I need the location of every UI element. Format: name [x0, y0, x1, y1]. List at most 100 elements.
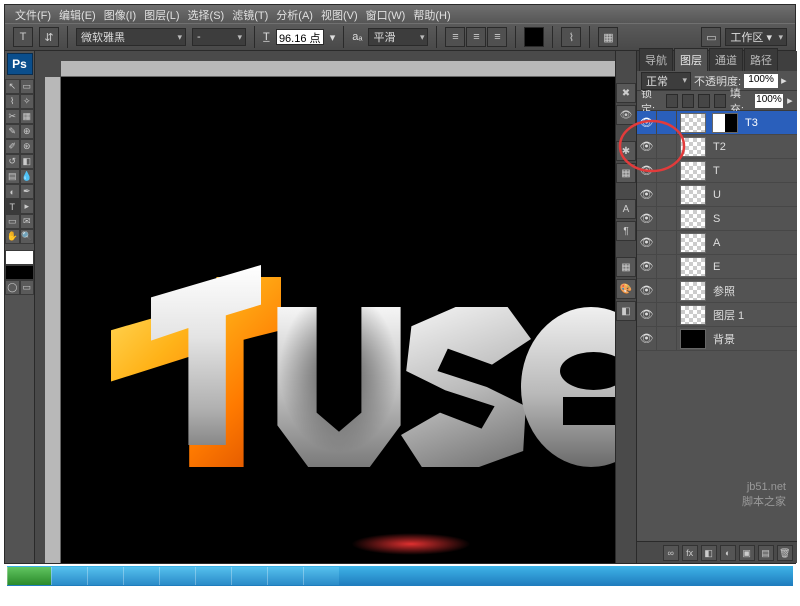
actions-icon[interactable]: ▦: [616, 163, 636, 183]
layer-row[interactable]: 👁T: [637, 159, 797, 183]
antialias-dropdown[interactable]: 平滑: [368, 28, 428, 46]
layer-thumbnail[interactable]: [680, 257, 706, 277]
menu-analysis[interactable]: 分析(A): [272, 5, 317, 23]
quickmask-toggle[interactable]: ◯: [5, 280, 20, 295]
layer-row[interactable]: 👁背景: [637, 327, 797, 351]
path-select-tool[interactable]: ▸: [20, 199, 35, 214]
hand-tool[interactable]: ✋: [5, 229, 20, 244]
taskbar-item[interactable]: [123, 567, 159, 585]
menu-image[interactable]: 图像(I): [100, 5, 140, 23]
link-cell[interactable]: [657, 159, 677, 182]
tab-paths[interactable]: 路径: [744, 48, 778, 71]
taskbar-item[interactable]: [51, 567, 87, 585]
visibility-toggle[interactable]: 👁: [637, 327, 657, 350]
visibility-toggle[interactable]: 👁: [637, 111, 657, 134]
foreground-color[interactable]: [5, 250, 34, 265]
visibility-toggle[interactable]: 👁: [637, 135, 657, 158]
link-cell[interactable]: [657, 279, 677, 302]
tab-channels[interactable]: 通道: [709, 48, 743, 71]
arrow-right-icon[interactable]: ▸: [781, 74, 787, 87]
workspace-dropdown[interactable]: 工作区 ▾: [725, 28, 787, 46]
ruler-horizontal[interactable]: [61, 61, 615, 77]
layer-row[interactable]: 👁A: [637, 231, 797, 255]
layer-thumbnail[interactable]: [680, 233, 706, 253]
styles-icon[interactable]: ◧: [616, 301, 636, 321]
visibility-toggle[interactable]: 👁: [637, 207, 657, 230]
align-left-button[interactable]: ≡: [445, 27, 465, 47]
layer-mask-thumbnail[interactable]: [712, 113, 738, 133]
text-orientation-button[interactable]: ⇵: [39, 27, 59, 47]
delete-layer-button[interactable]: 🗑: [777, 545, 793, 561]
font-size-field[interactable]: 96.16 点: [276, 29, 324, 45]
swatches-icon[interactable]: ▦: [616, 257, 636, 277]
layer-row[interactable]: 👁T3: [637, 111, 797, 135]
history-brush-tool[interactable]: ↺: [5, 154, 20, 169]
shape-tool[interactable]: ▭: [5, 214, 20, 229]
start-button[interactable]: [7, 567, 51, 585]
screenmode-toggle[interactable]: ▭: [20, 280, 35, 295]
move-tool[interactable]: ↖: [5, 79, 20, 94]
group-button[interactable]: ▣: [739, 545, 755, 561]
eyedropper-tool[interactable]: ✎: [5, 124, 20, 139]
link-cell[interactable]: [657, 327, 677, 350]
visibility-toggle[interactable]: 👁: [637, 303, 657, 326]
lock-pixels[interactable]: [682, 94, 694, 108]
taskbar-item[interactable]: [303, 567, 339, 585]
align-right-button[interactable]: ≡: [487, 27, 507, 47]
taskbar-item[interactable]: [159, 567, 195, 585]
visibility-toggle[interactable]: 👁: [637, 231, 657, 254]
layer-row[interactable]: 👁参照: [637, 279, 797, 303]
document-canvas[interactable]: [61, 77, 615, 563]
brushes-icon[interactable]: 👁: [616, 105, 636, 125]
layer-thumbnail[interactable]: [680, 185, 706, 205]
background-color[interactable]: [5, 265, 34, 280]
blur-tool[interactable]: 💧: [20, 169, 35, 184]
layer-thumbnail[interactable]: [680, 329, 706, 349]
menu-edit[interactable]: 编辑(E): [55, 5, 100, 23]
character-panel-button[interactable]: ▦: [598, 27, 618, 47]
fill-field[interactable]: 100%: [755, 94, 783, 108]
heal-tool[interactable]: ⊕: [20, 124, 35, 139]
taskbar-item[interactable]: [87, 567, 123, 585]
menu-window[interactable]: 窗口(W): [362, 5, 410, 23]
link-cell[interactable]: [657, 135, 677, 158]
character-icon[interactable]: A: [616, 199, 636, 219]
link-cell[interactable]: [657, 183, 677, 206]
tab-navigator[interactable]: 导航: [639, 48, 673, 71]
link-cell[interactable]: [657, 255, 677, 278]
blend-mode-dropdown[interactable]: 正常: [641, 72, 691, 90]
visibility-toggle[interactable]: 👁: [637, 159, 657, 182]
gradient-tool[interactable]: ▤: [5, 169, 20, 184]
wand-tool[interactable]: ✧: [20, 94, 35, 109]
layer-thumbnail[interactable]: [680, 161, 706, 181]
visibility-toggle[interactable]: 👁: [637, 183, 657, 206]
menu-filter[interactable]: 滤镜(T): [228, 5, 272, 23]
zoom-tool[interactable]: 🔍: [20, 229, 35, 244]
adjustment-layer-button[interactable]: ◐: [720, 545, 736, 561]
arrow-down-icon[interactable]: ▾: [330, 31, 336, 44]
layer-row[interactable]: 👁S: [637, 207, 797, 231]
taskbar-item[interactable]: [231, 567, 267, 585]
link-cell[interactable]: [657, 111, 677, 134]
layer-row[interactable]: 👁T2: [637, 135, 797, 159]
arrow-right-icon[interactable]: ▸: [787, 94, 793, 107]
menu-help[interactable]: 帮助(H): [409, 5, 454, 23]
layer-thumbnail[interactable]: [680, 113, 706, 133]
layer-style-button[interactable]: fx: [682, 545, 698, 561]
link-cell[interactable]: [657, 303, 677, 326]
screen-mode-button[interactable]: ▭: [701, 27, 721, 47]
stamp-tool[interactable]: ⊛: [20, 139, 35, 154]
layer-thumbnail[interactable]: [680, 305, 706, 325]
lock-position[interactable]: [698, 94, 710, 108]
new-layer-button[interactable]: ▤: [758, 545, 774, 561]
layer-thumbnail[interactable]: [680, 137, 706, 157]
menu-layer[interactable]: 图层(L): [140, 5, 183, 23]
layer-row[interactable]: 👁U: [637, 183, 797, 207]
eraser-tool[interactable]: ◧: [20, 154, 35, 169]
slice-tool[interactable]: ▦: [20, 109, 35, 124]
layer-thumbnail[interactable]: [680, 281, 706, 301]
menu-view[interactable]: 视图(V): [317, 5, 362, 23]
notes-tool[interactable]: ✉: [20, 214, 35, 229]
taskbar-item[interactable]: [267, 567, 303, 585]
paragraph-icon[interactable]: ¶: [616, 221, 636, 241]
